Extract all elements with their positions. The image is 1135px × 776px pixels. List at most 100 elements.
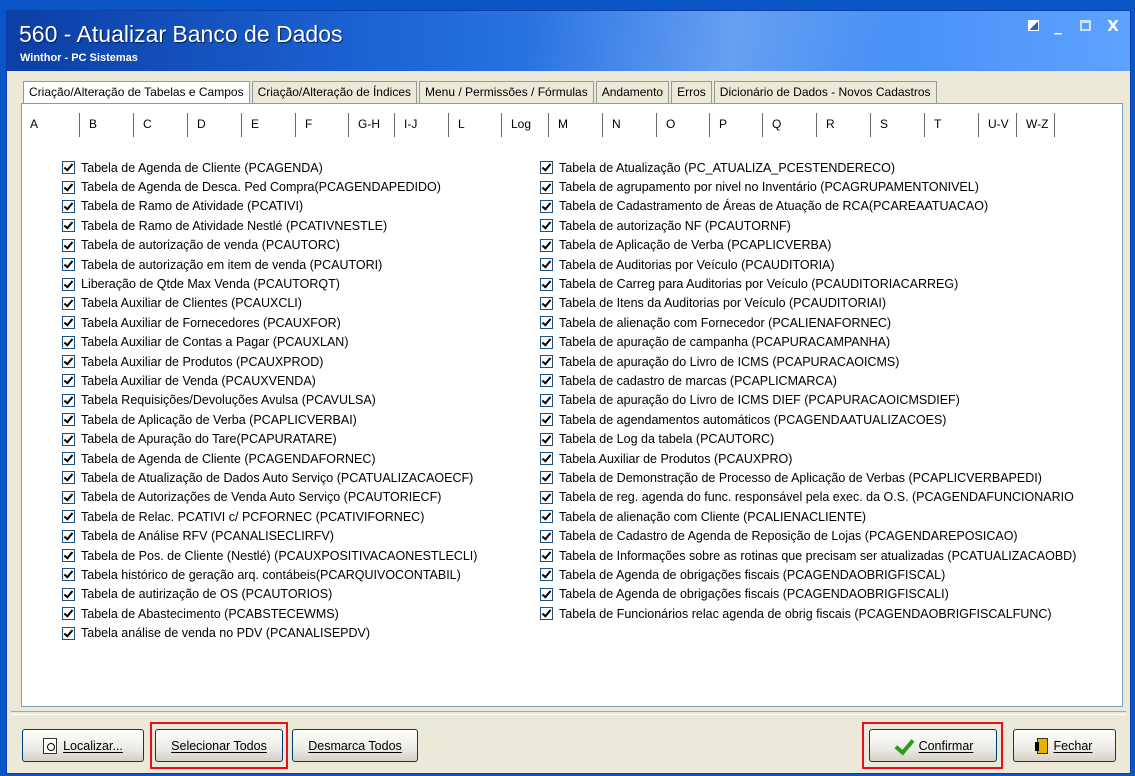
checkbox[interactable] xyxy=(62,393,75,407)
letter-tab[interactable]: S xyxy=(871,113,925,137)
list-item[interactable]: Tabela de Apuração do Tare(PCAPURATARE) xyxy=(62,429,477,448)
checkbox[interactable] xyxy=(62,277,75,291)
list-item[interactable]: Tabela de Abastecimento (PCABSTECEWMS) xyxy=(62,604,477,623)
checkbox[interactable] xyxy=(540,161,553,175)
list-item[interactable]: Tabela de Aplicação de Verba (PCAPLICVER… xyxy=(540,236,1076,255)
list-item[interactable]: Tabela de Auditorias por Veículo (PCAUDI… xyxy=(540,255,1076,274)
checkbox[interactable] xyxy=(540,219,553,233)
localizar-button[interactable]: Localizar... xyxy=(22,729,144,762)
letter-tab[interactable]: C xyxy=(134,113,188,137)
restore-icon[interactable] xyxy=(1025,17,1043,35)
list-item[interactable]: Tabela de Demonstração de Processo de Ap… xyxy=(540,468,1076,487)
list-item[interactable]: Tabela Requisições/Devoluções Avulsa (PC… xyxy=(62,391,477,410)
list-item[interactable]: Tabela de reg. agenda do func. responsáv… xyxy=(540,488,1076,507)
letter-tab[interactable]: W-Z xyxy=(1017,113,1055,137)
list-item[interactable]: Tabela de Cadastro de Agenda de Reposiçã… xyxy=(540,526,1076,545)
checkbox[interactable] xyxy=(540,277,553,291)
list-item[interactable]: Tabela de Agenda de obrigações fiscais (… xyxy=(540,565,1076,584)
letter-tab[interactable]: P xyxy=(710,113,763,137)
checkbox[interactable] xyxy=(540,393,553,407)
confirmar-button[interactable]: Confirmar xyxy=(869,729,997,762)
list-item[interactable]: Tabela de agendamentos automáticos (PCAG… xyxy=(540,410,1076,429)
checkbox[interactable] xyxy=(62,471,75,485)
checkbox[interactable] xyxy=(540,238,553,252)
checkbox[interactable] xyxy=(540,355,553,369)
checkbox[interactable] xyxy=(62,335,75,349)
list-item[interactable]: Tabela de Itens da Auditorias por Veícul… xyxy=(540,294,1076,313)
checkbox[interactable] xyxy=(62,432,75,446)
list-item[interactable]: Tabela histórico de geração arq. contábe… xyxy=(62,565,477,584)
list-item[interactable]: Tabela de Agenda de Cliente (PCAGENDAFOR… xyxy=(62,449,477,468)
checkbox[interactable] xyxy=(62,219,75,233)
checkbox[interactable] xyxy=(540,258,553,272)
letter-tab[interactable]: Log xyxy=(502,113,549,137)
checkbox[interactable] xyxy=(62,490,75,504)
list-item[interactable]: Tabela Auxiliar de Contas a Pagar (PCAUX… xyxy=(62,333,477,352)
checkbox[interactable] xyxy=(62,355,75,369)
checkbox[interactable] xyxy=(540,335,553,349)
list-item[interactable]: Tabela de Carreg para Auditorias por Veí… xyxy=(540,274,1076,293)
checkbox[interactable] xyxy=(62,413,75,427)
title-bar[interactable]: 560 - Atualizar Banco de Dados Winthor -… xyxy=(7,11,1130,71)
list-item[interactable]: Tabela de cadastro de marcas (PCAPLICMAR… xyxy=(540,371,1076,390)
list-item[interactable]: Tabela Auxiliar de Fornecedores (PCAUXFO… xyxy=(62,313,477,332)
tab-menu-permissoes[interactable]: Menu / Permissões / Fórmulas xyxy=(419,81,594,103)
checkbox[interactable] xyxy=(540,180,553,194)
tab-dicionario[interactable]: Dicionário de Dados - Novos Cadastros xyxy=(713,81,937,103)
checkbox[interactable] xyxy=(540,452,553,466)
list-item[interactable]: Tabela análise de venda no PDV (PCANALIS… xyxy=(62,623,477,642)
letter-tab[interactable]: U-V xyxy=(979,113,1017,137)
list-item[interactable]: Tabela de Informações sobre as rotinas q… xyxy=(540,546,1076,565)
list-item[interactable]: Tabela Auxiliar de Venda (PCAUXVENDA) xyxy=(62,371,477,390)
checkbox[interactable] xyxy=(62,258,75,272)
list-item[interactable]: Tabela de Log da tabela (PCAUTORC) xyxy=(540,429,1076,448)
list-item[interactable]: Liberação de Qtde Max Venda (PCAUTORQT) xyxy=(62,274,477,293)
checkbox[interactable] xyxy=(540,296,553,310)
checkbox[interactable] xyxy=(62,607,75,621)
close-button[interactable]: X xyxy=(1104,17,1122,35)
minimize-button[interactable]: _ xyxy=(1049,17,1067,35)
checkbox[interactable] xyxy=(62,374,75,388)
checkbox[interactable] xyxy=(62,296,75,310)
list-item[interactable]: Tabela de autorização de venda (PCAUTORC… xyxy=(62,236,477,255)
list-item[interactable]: Tabela de Funcionários relac agenda de o… xyxy=(540,604,1076,623)
checkbox[interactable] xyxy=(62,568,75,582)
checkbox[interactable] xyxy=(62,180,75,194)
checkbox[interactable] xyxy=(62,529,75,543)
checkbox[interactable] xyxy=(62,587,75,601)
list-item[interactable]: Tabela de Agenda de Desca. Ped Compra(PC… xyxy=(62,177,477,196)
list-item[interactable]: Tabela de Aplicação de Verba (PCAPLICVER… xyxy=(62,410,477,429)
list-item[interactable]: Tabela de Agenda de Cliente (PCAGENDA) xyxy=(62,158,477,177)
checkbox[interactable] xyxy=(62,452,75,466)
checkbox[interactable] xyxy=(62,238,75,252)
checkbox[interactable] xyxy=(62,549,75,562)
list-item[interactable]: Tabela de Relac. PCATIVI c/ PCFORNEC (PC… xyxy=(62,507,477,526)
tab-criacao-indices[interactable]: Criação/Alteração de Índices xyxy=(251,81,417,103)
list-item[interactable]: Tabela de Pos. de Cliente (Nestlé) (PCAU… xyxy=(62,546,477,565)
letter-tab[interactable]: O xyxy=(657,113,710,137)
selecionar-todos-button[interactable]: Selecionar Todos xyxy=(155,729,283,762)
checkbox[interactable] xyxy=(540,490,553,504)
list-item[interactable]: Tabela de Ramo de Atividade Nestlé (PCAT… xyxy=(62,216,477,235)
letter-tab[interactable]: E xyxy=(242,113,296,137)
list-item[interactable]: Tabela Auxiliar de Produtos (PCAUXPROD) xyxy=(62,352,477,371)
checkbox[interactable] xyxy=(540,432,553,446)
letter-tab[interactable]: D xyxy=(188,113,242,137)
list-item[interactable]: Tabela de apuração do Livro de ICMS (PCA… xyxy=(540,352,1076,371)
checkbox[interactable] xyxy=(62,626,75,640)
checkbox[interactable] xyxy=(62,161,75,175)
checkbox[interactable] xyxy=(540,607,553,621)
list-item[interactable]: Tabela de Cadastramento de Áreas de Atua… xyxy=(540,197,1076,216)
list-item[interactable]: Tabela de autorização em item de venda (… xyxy=(62,255,477,274)
list-item[interactable]: Tabela de Análise RFV (PCANALISECLIRFV) xyxy=(62,526,477,545)
fechar-button[interactable]: Fechar xyxy=(1013,729,1116,762)
checkbox[interactable] xyxy=(62,199,75,213)
checkbox[interactable] xyxy=(540,568,553,582)
checkbox[interactable] xyxy=(62,316,75,330)
checkbox[interactable] xyxy=(540,199,553,213)
list-item[interactable]: Tabela de apuração do Livro de ICMS DIEF… xyxy=(540,391,1076,410)
letter-tab[interactable]: I-J xyxy=(395,113,449,137)
list-item[interactable]: Tabela de Atualização de Dados Auto Serv… xyxy=(62,468,477,487)
letter-tab[interactable]: T xyxy=(925,113,979,137)
list-item[interactable]: Tabela de apuração de campanha (PCAPURAC… xyxy=(540,333,1076,352)
